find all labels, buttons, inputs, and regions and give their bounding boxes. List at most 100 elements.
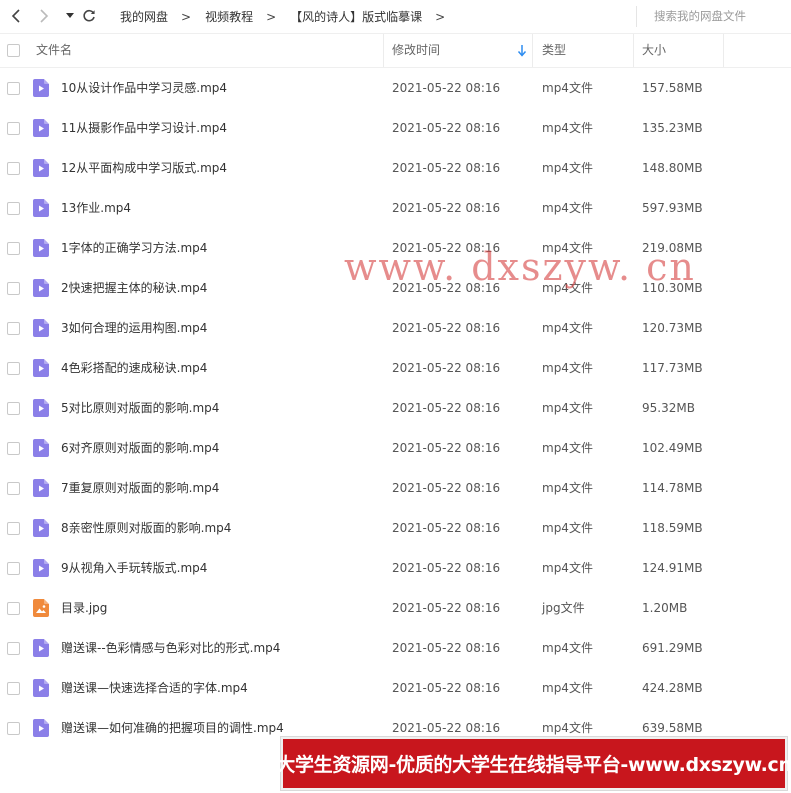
row-checkbox[interactable]: [7, 602, 20, 615]
modified-time: 2021-05-22 08:16: [392, 521, 501, 535]
file-size: 117.73MB: [642, 361, 703, 375]
row-checkbox[interactable]: [7, 202, 20, 215]
row-checkbox[interactable]: [7, 122, 20, 135]
row-checkbox[interactable]: [7, 402, 20, 415]
row-checkbox[interactable]: [7, 162, 20, 175]
table-row[interactable]: 5对比原则对版面的影响.mp4 2021-05-22 08:16 mp4文件 95.3…: [0, 388, 791, 428]
file-type: mp4文件: [542, 361, 593, 375]
file-size: 135.23MB: [642, 121, 703, 135]
file-name[interactable]: 10从设计作品中学习灵感.mp4: [61, 68, 227, 108]
row-checkbox[interactable]: [7, 82, 20, 95]
file-name[interactable]: 1字体的正确学习方法.mp4: [61, 228, 207, 268]
table-row[interactable]: 赠送课--色彩情感与色彩对比的形式.mp4 2021-05-22 08:16 mp4…: [0, 628, 791, 668]
breadcrumb: 我的网盘 > 视频教程 > 【风的诗人】版式临摹课 >: [120, 0, 459, 33]
column-divider[interactable]: [383, 34, 384, 67]
row-checkbox[interactable]: [7, 642, 20, 655]
row-checkbox[interactable]: [7, 282, 20, 295]
file-name[interactable]: 13作业.mp4: [61, 188, 131, 228]
video-file-icon: [33, 559, 49, 577]
modified-time: 2021-05-22 08:16: [392, 121, 501, 135]
file-name[interactable]: 3如何合理的运用构图.mp4: [61, 308, 207, 348]
breadcrumb-separator-icon[interactable]: >: [435, 10, 445, 24]
file-name[interactable]: 赠送课—快速选择合适的字体.mp4: [61, 668, 248, 708]
table-row[interactable]: 赠送课—快速选择合适的字体.mp4 2021-05-22 08:16 mp4文件 42…: [0, 668, 791, 708]
row-checkbox[interactable]: [7, 322, 20, 335]
file-size: 124.91MB: [642, 561, 703, 575]
table-header: 文件名 修改时间 类型 大小: [0, 33, 791, 68]
table-row[interactable]: 目录.jpg 2021-05-22 08:16 jpg文件 1.20MB: [0, 588, 791, 628]
column-divider[interactable]: [633, 34, 634, 67]
video-file-icon: [33, 319, 49, 337]
file-name[interactable]: 5对比原则对版面的影响.mp4: [61, 388, 219, 428]
file-name[interactable]: 12从平面构成中学习版式.mp4: [61, 148, 227, 188]
breadcrumb-item-current-folder[interactable]: 【风的诗人】版式临摹课: [290, 8, 422, 25]
video-file-icon: [33, 719, 49, 737]
file-name[interactable]: 2快速把握主体的秘诀.mp4: [61, 268, 207, 308]
toolbar: 我的网盘 > 视频教程 > 【风的诗人】版式临摹课 >: [0, 0, 791, 33]
table-row[interactable]: 1字体的正确学习方法.mp4 2021-05-22 08:16 mp4文件 219.0…: [0, 228, 791, 268]
modified-time: 2021-05-22 08:16: [392, 481, 501, 495]
modified-time: 2021-05-22 08:16: [392, 321, 501, 335]
file-name[interactable]: 9从视角入手玩转版式.mp4: [61, 548, 207, 588]
table-row[interactable]: 6对齐原则对版面的影响.mp4 2021-05-22 08:16 mp4文件 102.…: [0, 428, 791, 468]
table-row[interactable]: 12从平面构成中学习版式.mp4 2021-05-22 08:16 mp4文件 148…: [0, 148, 791, 188]
column-header-time[interactable]: 修改时间: [392, 34, 440, 67]
column-divider[interactable]: [532, 34, 533, 67]
file-name[interactable]: 目录.jpg: [61, 588, 107, 628]
table-row[interactable]: 7重复原则对版面的影响.mp4 2021-05-22 08:16 mp4文件 114.…: [0, 468, 791, 508]
file-name[interactable]: 赠送课--色彩情感与色彩对比的形式.mp4: [61, 628, 280, 668]
table-row[interactable]: 4色彩搭配的速成秘诀.mp4 2021-05-22 08:16 mp4文件 117.7…: [0, 348, 791, 388]
file-size: 102.49MB: [642, 441, 703, 455]
refresh-icon[interactable]: [79, 6, 99, 26]
video-file-icon: [33, 439, 49, 457]
row-checkbox[interactable]: [7, 682, 20, 695]
search-input[interactable]: [636, 6, 786, 27]
chevron-right-icon[interactable]: [34, 6, 54, 26]
row-checkbox[interactable]: [7, 362, 20, 375]
column-divider[interactable]: [723, 34, 724, 67]
file-type: mp4文件: [542, 521, 593, 535]
chevron-left-icon[interactable]: [6, 6, 26, 26]
row-checkbox[interactable]: [7, 722, 20, 735]
video-file-icon: [33, 159, 49, 177]
row-checkbox[interactable]: [7, 442, 20, 455]
file-name[interactable]: 赠送课—如何准确的把握项目的调性.mp4: [61, 708, 284, 748]
column-header-size[interactable]: 大小: [642, 34, 666, 67]
row-checkbox[interactable]: [7, 522, 20, 535]
file-name[interactable]: 7重复原则对版面的影响.mp4: [61, 468, 219, 508]
file-type: mp4文件: [542, 641, 593, 655]
modified-time: 2021-05-22 08:16: [392, 361, 501, 375]
table-row[interactable]: 10从设计作品中学习灵感.mp4 2021-05-22 08:16 mp4文件 157…: [0, 68, 791, 108]
breadcrumb-item-my-drive[interactable]: 我的网盘: [120, 8, 168, 25]
column-header-type[interactable]: 类型: [542, 34, 566, 67]
video-file-icon: [33, 119, 49, 137]
breadcrumb-item-video-tutorials[interactable]: 视频教程: [205, 8, 253, 25]
file-type: mp4文件: [542, 681, 593, 695]
file-name[interactable]: 11从摄影作品中学习设计.mp4: [61, 108, 227, 148]
file-size: 118.59MB: [642, 521, 703, 535]
caret-down-icon[interactable]: [60, 6, 80, 26]
sort-down-arrow-icon[interactable]: [517, 44, 527, 57]
row-checkbox[interactable]: [7, 562, 20, 575]
table-row[interactable]: 9从视角入手玩转版式.mp4 2021-05-22 08:16 mp4文件 124.9…: [0, 548, 791, 588]
row-checkbox[interactable]: [7, 242, 20, 255]
select-all-checkbox[interactable]: [7, 44, 20, 57]
video-file-icon: [33, 199, 49, 217]
video-file-icon: [33, 79, 49, 97]
file-name[interactable]: 8亲密性原则对版面的影响.mp4: [61, 508, 231, 548]
file-name[interactable]: 4色彩搭配的速成秘诀.mp4: [61, 348, 207, 388]
table-row[interactable]: 3如何合理的运用构图.mp4 2021-05-22 08:16 mp4文件 120.7…: [0, 308, 791, 348]
table-row[interactable]: 2快速把握主体的秘诀.mp4 2021-05-22 08:16 mp4文件 110.3…: [0, 268, 791, 308]
video-file-icon: [33, 279, 49, 297]
table-row[interactable]: 13作业.mp4 2021-05-22 08:16 mp4文件 597.93MB: [0, 188, 791, 228]
column-header-name[interactable]: 文件名: [36, 34, 72, 67]
row-checkbox[interactable]: [7, 482, 20, 495]
video-file-icon: [33, 639, 49, 657]
table-row[interactable]: 8亲密性原则对版面的影响.mp4 2021-05-22 08:16 mp4文件 118…: [0, 508, 791, 548]
video-file-icon: [33, 399, 49, 417]
file-size: 157.58MB: [642, 81, 703, 95]
video-file-icon: [33, 679, 49, 697]
table-row[interactable]: 11从摄影作品中学习设计.mp4 2021-05-22 08:16 mp4文件 135…: [0, 108, 791, 148]
file-name[interactable]: 6对齐原则对版面的影响.mp4: [61, 428, 219, 468]
file-type: mp4文件: [542, 201, 593, 215]
